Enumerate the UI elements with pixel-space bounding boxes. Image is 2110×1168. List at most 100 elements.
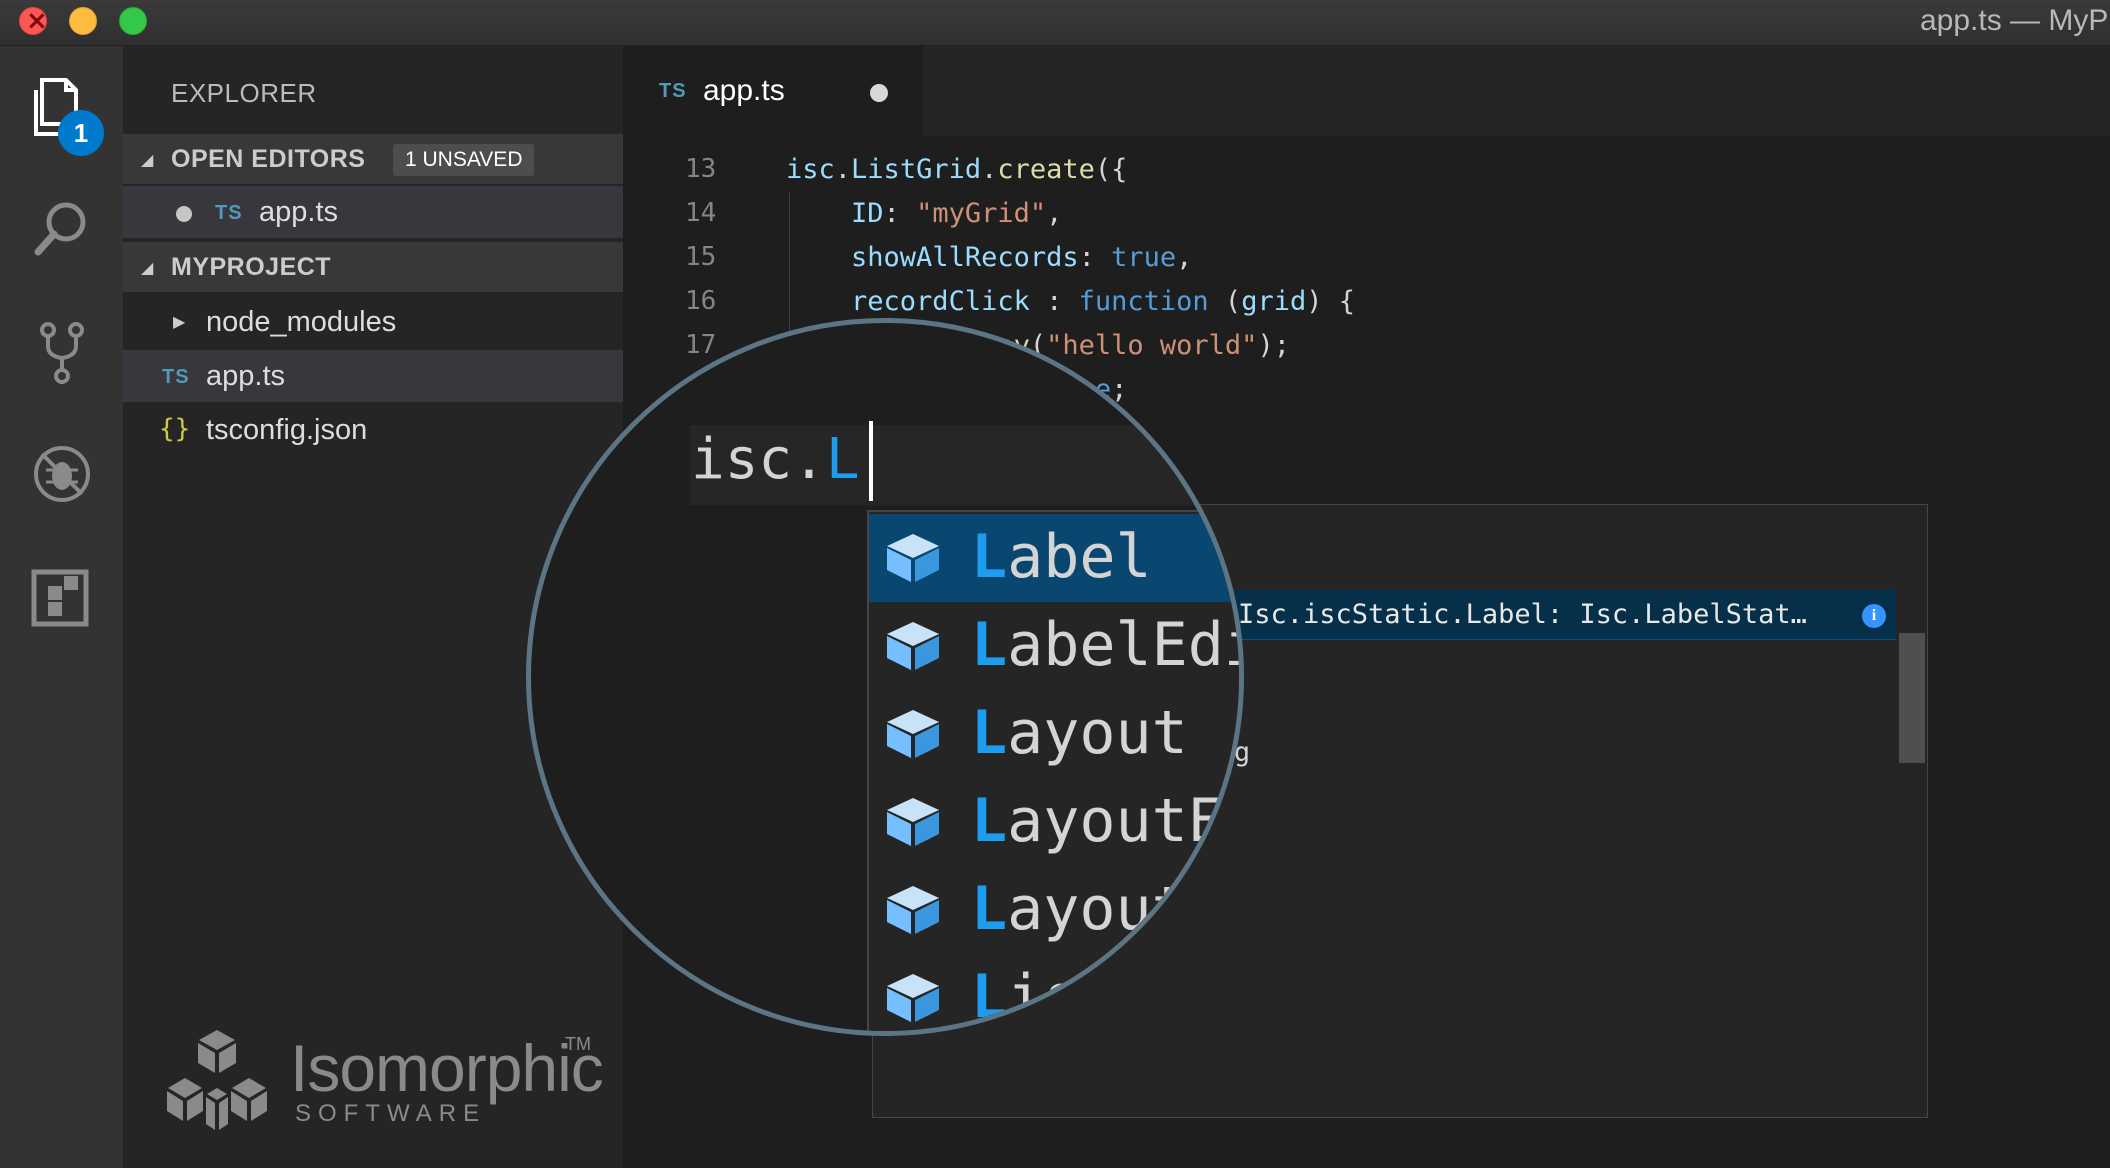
- suggestion-match: L: [971, 786, 1008, 856]
- suggestion-rest: abelEditor: [1007, 610, 1239, 680]
- tab-label: app.ts: [703, 74, 785, 107]
- suggestion-label: Label: [971, 522, 1152, 592]
- typescript-file-icon: TS: [659, 80, 687, 102]
- class-cube-icon: [887, 622, 939, 670]
- typed-prefix: isc.: [691, 427, 826, 492]
- class-cube-icon: [887, 974, 939, 1022]
- code-token: showAllRecords: [851, 242, 1079, 273]
- line-number: 15: [685, 242, 717, 272]
- code-token: ,: [1176, 242, 1193, 273]
- suggestion-scrollbar[interactable]: [1899, 633, 1925, 763]
- suggestion-label: LabelEditor: [971, 610, 1239, 680]
- code-token: );: [1257, 330, 1290, 361]
- magnified-suggestion-item[interactable]: Label: [869, 514, 1239, 602]
- logo-trademark: TM: [565, 1034, 591, 1054]
- code-token: function: [1078, 286, 1209, 317]
- suggestion-match: L: [971, 962, 1008, 1032]
- folder-label: node_modules: [206, 306, 397, 338]
- code-token: :: [1029, 286, 1079, 317]
- logo-subtitle: SOFTWARE: [295, 1100, 487, 1127]
- code-token: :: [1078, 242, 1112, 273]
- magnified-suggestion-item[interactable]: Layout: [869, 690, 1239, 778]
- suggestion-rest: ayout: [1007, 698, 1188, 768]
- line-number: 13: [685, 154, 717, 184]
- line-number: 16: [685, 286, 717, 316]
- code-token: .: [834, 154, 852, 185]
- magnified-suggestion-item[interactable]: LayoutEditor: [869, 778, 1239, 866]
- code-token: ,: [1046, 198, 1063, 229]
- suggestion-label: ListPropertiesDialog: [971, 962, 1239, 1032]
- code-line: showAllRecords: true,: [786, 242, 1192, 273]
- source-control-icon[interactable]: [28, 318, 96, 386]
- explorer-badge: 1: [58, 110, 104, 156]
- suggestion-label: LayoutSpacer: [971, 874, 1239, 944]
- suggestion-label: LayoutEditor: [971, 786, 1239, 856]
- code-token: (: [1208, 286, 1242, 317]
- isomorphic-logo: Isomorphic TM SOFTWARE: [160, 1028, 610, 1138]
- magnified-keyword: return: [1125, 318, 1239, 368]
- suggestion-rest: istPropertiesDialog: [1007, 962, 1239, 1032]
- class-cube-icon: [887, 798, 939, 846]
- json-file-icon: {}: [159, 414, 191, 444]
- magnified-suggestion-item[interactable]: LabelEditor: [869, 602, 1239, 690]
- code-token: isc: [786, 154, 835, 185]
- collapse-triangle-icon: ◢: [141, 152, 154, 169]
- myproject-label: MYPROJECT: [171, 253, 332, 281]
- myproject-header[interactable]: ◢ MYPROJECT: [123, 242, 623, 292]
- tab-app-ts[interactable]: TS app.ts: [623, 46, 923, 136]
- text-caret: [869, 421, 873, 501]
- magnified-suggestion-item[interactable]: LayoutSpacer: [869, 866, 1239, 954]
- code-token: grid: [1241, 286, 1307, 317]
- minimize-window-button[interactable]: [69, 7, 97, 35]
- code-token: ID: [851, 198, 884, 229]
- suggestion-rest: ayoutSpacer: [1007, 874, 1239, 944]
- magnified-suggestion-list[interactable]: LabelLabelEditorLayoutLayoutEditorLayout…: [867, 510, 1239, 1032]
- code-token: ListGrid: [851, 154, 982, 185]
- details-text: Isc.iscStatic.Label: Isc.LabelStat…: [1238, 599, 1807, 630]
- code-token: ) {: [1306, 286, 1355, 317]
- class-cube-icon: [887, 886, 939, 934]
- open-editor-file-label: app.ts: [259, 196, 338, 228]
- suggestion-rest: ayoutEditor: [1007, 786, 1239, 856]
- code-token: true: [1111, 242, 1177, 273]
- code-line: recordClick : function (grid) {: [786, 286, 1355, 317]
- info-icon[interactable]: i: [1862, 604, 1886, 628]
- typescript-file-icon: TS: [215, 202, 243, 224]
- editor-tab-bar: TS app.ts: [623, 46, 2110, 136]
- code-token: "myGrid": [916, 198, 1047, 229]
- extensions-icon[interactable]: [28, 562, 96, 630]
- code-line: isc.ListGrid.create({: [786, 154, 1127, 185]
- open-editor-item-app-ts[interactable]: TS app.ts: [123, 186, 623, 238]
- file-label: tsconfig.json: [206, 414, 368, 446]
- error-squiggle: [829, 495, 859, 503]
- open-editors-label: OPEN EDITORS: [171, 145, 366, 173]
- unsaved-dot-icon[interactable]: [176, 206, 192, 222]
- typed-match: L: [825, 427, 860, 492]
- file-label: app.ts: [206, 360, 285, 392]
- code-token: ({: [1094, 154, 1128, 185]
- debug-icon[interactable]: [28, 440, 96, 508]
- search-icon[interactable]: [28, 196, 96, 264]
- chevron-right-icon: ▶: [173, 314, 186, 331]
- suggestion-rest: abel: [1007, 522, 1152, 592]
- collapse-triangle-icon: ◢: [141, 260, 154, 277]
- title-bar: app.ts — MyP: [0, 0, 2110, 46]
- line-number: 14: [685, 198, 717, 228]
- suggestion-match: L: [971, 698, 1008, 768]
- code-token: :: [883, 198, 917, 229]
- maximize-window-button[interactable]: [119, 7, 147, 35]
- activity-bar: 1: [0, 46, 123, 1168]
- isomorphic-cubes-icon: [167, 1030, 267, 1130]
- magnified-suggestion-item[interactable]: ListPropertiesDialog: [869, 954, 1239, 1032]
- suggestion-details: Isc.iscStatic.Label: Isc.LabelStat… i: [1232, 590, 1896, 640]
- typescript-file-icon: TS: [162, 366, 190, 388]
- open-editors-header[interactable]: ◢ OPEN EDITORS 1 UNSAVED: [123, 134, 623, 184]
- code-token: .: [981, 154, 998, 185]
- code-token: recordClick: [851, 286, 1030, 317]
- unsaved-badge: 1 UNSAVED: [393, 144, 535, 176]
- close-window-button[interactable]: [19, 6, 48, 36]
- suggestion-label: Layout: [971, 698, 1188, 768]
- unsaved-dot-icon[interactable]: [870, 84, 888, 102]
